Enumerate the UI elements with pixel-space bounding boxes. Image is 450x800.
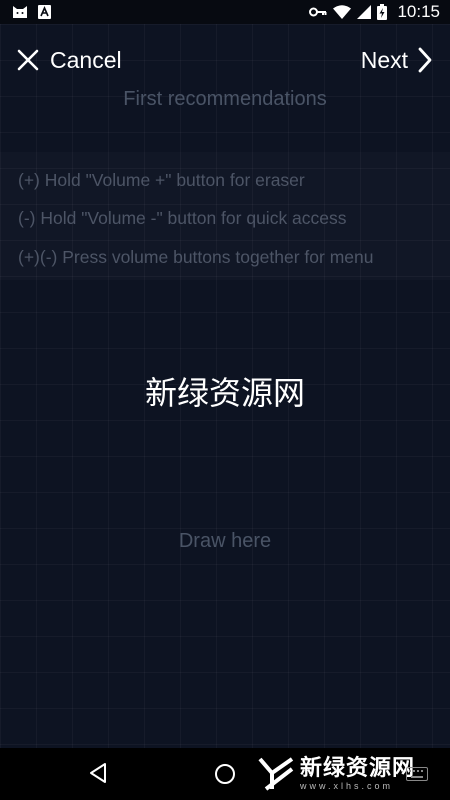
battery-charging-icon [377,4,388,20]
cellular-signal-icon [357,5,372,19]
tip-item: (+)(-) Press volume buttons together for… [18,247,374,267]
page-subtitle: First recommendations [123,88,327,110]
cancel-label: Cancel [50,46,122,73]
cat-app-icon [13,6,27,18]
wifi-icon [333,5,352,19]
font-app-icon [38,5,51,19]
cancel-button[interactable]: Cancel [16,44,122,76]
tips-panel: (+) Hold "Volume +" button for eraser (-… [0,152,450,280]
watermark-logo-icon [258,757,294,791]
tip-item: (+) Hold "Volume +" button for eraser [18,170,305,190]
canvas-center-text: 新绿资源网 [144,375,305,411]
close-icon [17,49,39,71]
draw-hint: Draw here [178,530,272,552]
next-button[interactable]: Next [361,44,432,76]
watermark-url: www.xlhs.com [300,781,394,791]
next-label: Next [360,46,408,73]
keyboard-icon[interactable] [406,767,428,781]
chevron-right-icon [418,47,432,73]
tip-item: (-) Hold "Volume -" button for quick acc… [18,208,347,228]
watermark-text: 新绿资源网 [300,755,416,780]
back-icon[interactable] [88,762,108,784]
status-time: 10:15 [397,2,440,21]
navigation-bar: 新绿资源网 www.xlhs.com [0,748,450,800]
top-action-bar: Cancel Next [0,24,450,96]
home-icon[interactable] [214,763,236,785]
status-bar: 10:15 [0,0,450,24]
vpn-key-icon [309,7,327,17]
watermark-logo: 新绿资源网 www.xlhs.com [258,754,415,794]
